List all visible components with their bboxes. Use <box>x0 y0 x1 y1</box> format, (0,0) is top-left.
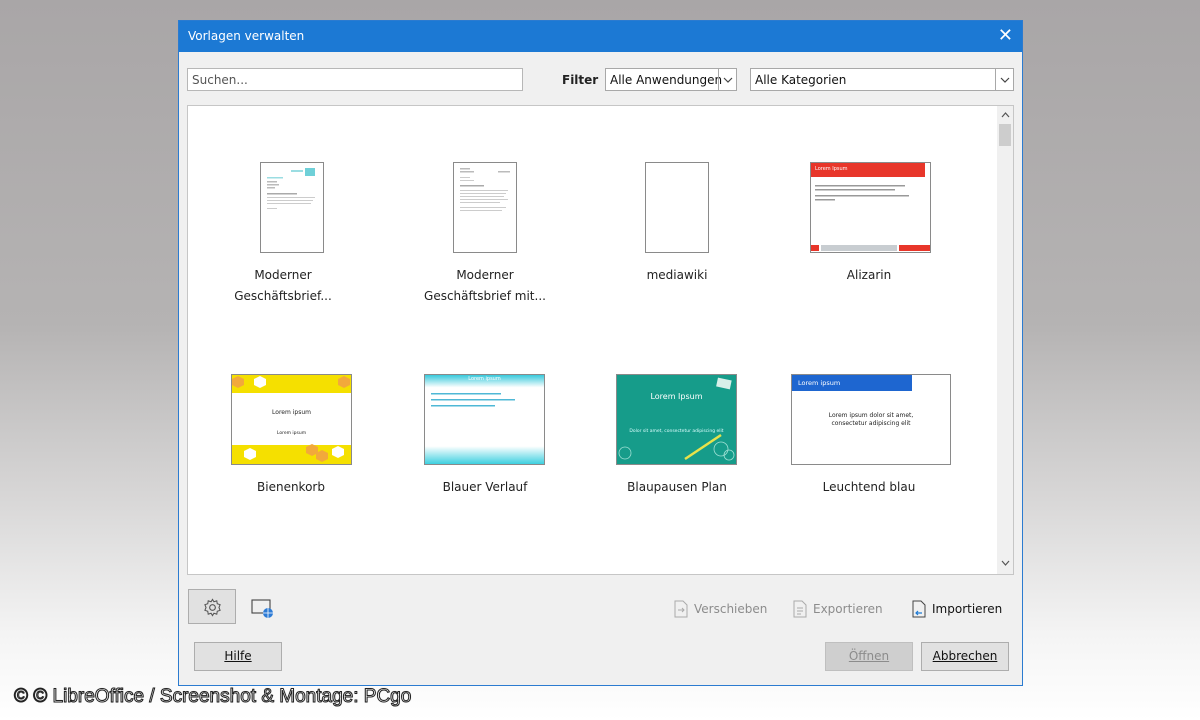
template-thumbnail: Lorem ipsum <box>424 374 545 465</box>
template-thumbnail <box>645 162 709 253</box>
template-thumbnail: Lorem Ipsum Dolor sit amet, consectetur … <box>616 374 737 465</box>
image-credit: © © LibreOffice / Screenshot & Montage: … <box>13 686 412 708</box>
import-action[interactable]: Importieren <box>912 599 1007 619</box>
template-name-line2: Geschäftsbrief mit... <box>424 289 546 303</box>
template-name: Blaupausen Plan <box>627 480 727 494</box>
template-name: mediawiki <box>646 268 708 282</box>
settings-button[interactable] <box>188 589 236 624</box>
export-action-label: Exportieren <box>813 602 883 616</box>
thumbnail-title: Lorem Ipsum <box>815 166 848 172</box>
move-action[interactable]: Verschieben <box>674 599 768 619</box>
globe-monitor-icon <box>251 599 273 618</box>
import-document-icon <box>912 600 926 618</box>
template-name: Alizarin <box>846 268 892 282</box>
template-thumbnail: Lorem ipsum Lorem ipsum <box>231 374 352 465</box>
category-filter-select[interactable]: Alle Kategorien <box>750 68 1014 91</box>
application-filter-select[interactable]: Alle Anwendungen <box>605 68 737 91</box>
manage-templates-dialog: Vorlagen verwalten ✕ Filter Alle Anwendu… <box>178 20 1023 686</box>
template-name: Leuchtend blau <box>822 480 916 494</box>
dialog-title: Vorlagen verwalten <box>188 29 305 43</box>
thumbnail-body-line2: consectetur adipiscing elit <box>831 420 911 427</box>
template-name: Moderner <box>456 268 514 282</box>
template-thumbnail: Lorem ipsum Lorem ipsum dolor sit amet, … <box>791 374 951 465</box>
filter-label: Filter <box>562 73 599 87</box>
dialog-titlebar: Vorlagen verwalten ✕ <box>179 21 1022 52</box>
template-thumbnail <box>453 162 517 253</box>
help-button[interactable]: Hilfe <box>194 642 282 671</box>
thumbnail-subtitle: Dolor sit amet, consectetur adipiscing e… <box>629 429 724 434</box>
search-input[interactable] <box>187 68 523 91</box>
import-action-label: Importieren <box>932 602 1003 616</box>
template-grid: Moderner Geschäftsbrief... Moderner Gesc… <box>187 105 1014 575</box>
export-document-icon <box>793 600 807 618</box>
thumbnail-title: Lorem ipsum <box>798 379 841 387</box>
chevron-down-icon[interactable] <box>718 69 736 90</box>
template-name: Bienenkorb <box>257 480 325 494</box>
vertical-scrollbar[interactable] <box>997 106 1013 574</box>
thumbnail-title: Lorem Ipsum <box>650 392 703 401</box>
gear-icon <box>204 598 221 617</box>
application-filter-value: Alle Anwendungen <box>610 73 723 87</box>
scroll-up-icon[interactable] <box>997 108 1013 124</box>
export-action[interactable]: Exportieren <box>793 599 888 619</box>
thumbnail-title: Lorem ipsum <box>272 409 311 416</box>
template-thumbnail: Lorem Ipsum <box>810 162 931 253</box>
template-name-line2: Geschäftsbrief... <box>234 289 332 303</box>
thumbnail-subtitle: Lorem ipsum <box>276 431 307 436</box>
category-filter-value: Alle Kategorien <box>755 73 847 87</box>
move-document-icon <box>674 600 688 618</box>
template-name: Moderner <box>254 268 312 282</box>
close-icon[interactable]: ✕ <box>998 25 1013 47</box>
cancel-button[interactable]: Abbrechen <box>921 642 1009 671</box>
template-thumbnail <box>260 162 324 253</box>
thumbnail-title: Lorem ipsum <box>468 376 501 382</box>
thumbnail-body-line1: Lorem ipsum dolor sit amet, <box>828 412 914 419</box>
online-templates-button[interactable] <box>251 599 275 619</box>
template-name: Blauer Verlauf <box>442 480 528 494</box>
scrollbar-thumb[interactable] <box>999 124 1011 146</box>
scroll-down-icon[interactable] <box>997 556 1013 572</box>
chevron-down-icon[interactable] <box>995 69 1013 90</box>
move-action-label: Verschieben <box>694 602 768 616</box>
open-button[interactable]: Öffnen <box>825 642 913 671</box>
